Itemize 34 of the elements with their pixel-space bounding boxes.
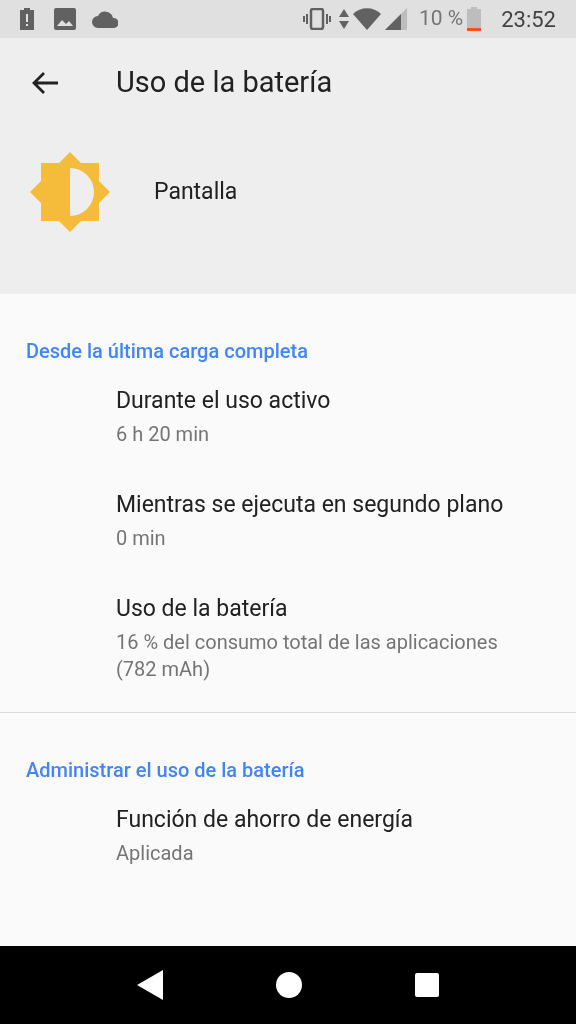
item-summary: 16 % del consumo total de las aplicaciones (782 mAh) xyxy=(116,629,499,683)
triangle-icon xyxy=(136,970,163,1000)
image-icon xyxy=(54,8,76,30)
wifi-icon xyxy=(353,8,381,30)
preference-item[interactable]: Función de ahorro de energía Aplicada xyxy=(0,793,576,897)
item-summary: 0 min xyxy=(116,525,167,552)
item-title: Mientras se ejecuta en segundo plano xyxy=(116,490,505,520)
item-title: Función de ahorro de energía xyxy=(116,805,415,835)
preference-item[interactable]: Mientras se ejecuta en segundo plano 0 min xyxy=(0,478,576,582)
vibrate-icon xyxy=(303,8,331,30)
back-arrow-icon xyxy=(31,71,59,95)
square-icon xyxy=(415,973,440,997)
brightness-icon xyxy=(30,152,110,232)
battery-icon xyxy=(467,7,482,31)
signal-icon xyxy=(385,8,407,30)
clock: 23:52 xyxy=(501,5,556,34)
preference-item[interactable]: Durante el uso activo 6 h 20 min xyxy=(0,374,576,478)
recents-button[interactable] xyxy=(415,973,440,997)
battery-alert-icon xyxy=(20,8,34,30)
app-name: Pantalla xyxy=(154,176,238,207)
back-nav-button[interactable] xyxy=(136,970,163,1000)
item-title: Uso de la batería xyxy=(116,594,289,624)
item-summary: Aplicada xyxy=(116,840,195,867)
page-title: Uso de la batería xyxy=(116,64,333,102)
section-header: Desde la última carga completa xyxy=(25,338,309,365)
preference-item[interactable]: Uso de la batería 16 % del consumo total de las aplicaciones (782 mAh) xyxy=(0,582,576,694)
item-title: Durante el uso activo xyxy=(116,386,332,416)
item-summary: 6 h 20 min xyxy=(116,421,211,448)
home-button[interactable] xyxy=(276,972,302,998)
data-arrows-icon xyxy=(339,9,349,29)
circle-icon xyxy=(276,972,302,998)
section-header: Administrar el uso de la batería xyxy=(25,757,306,784)
cloud-icon xyxy=(92,10,118,28)
battery-percent: 10 % xyxy=(419,5,464,33)
